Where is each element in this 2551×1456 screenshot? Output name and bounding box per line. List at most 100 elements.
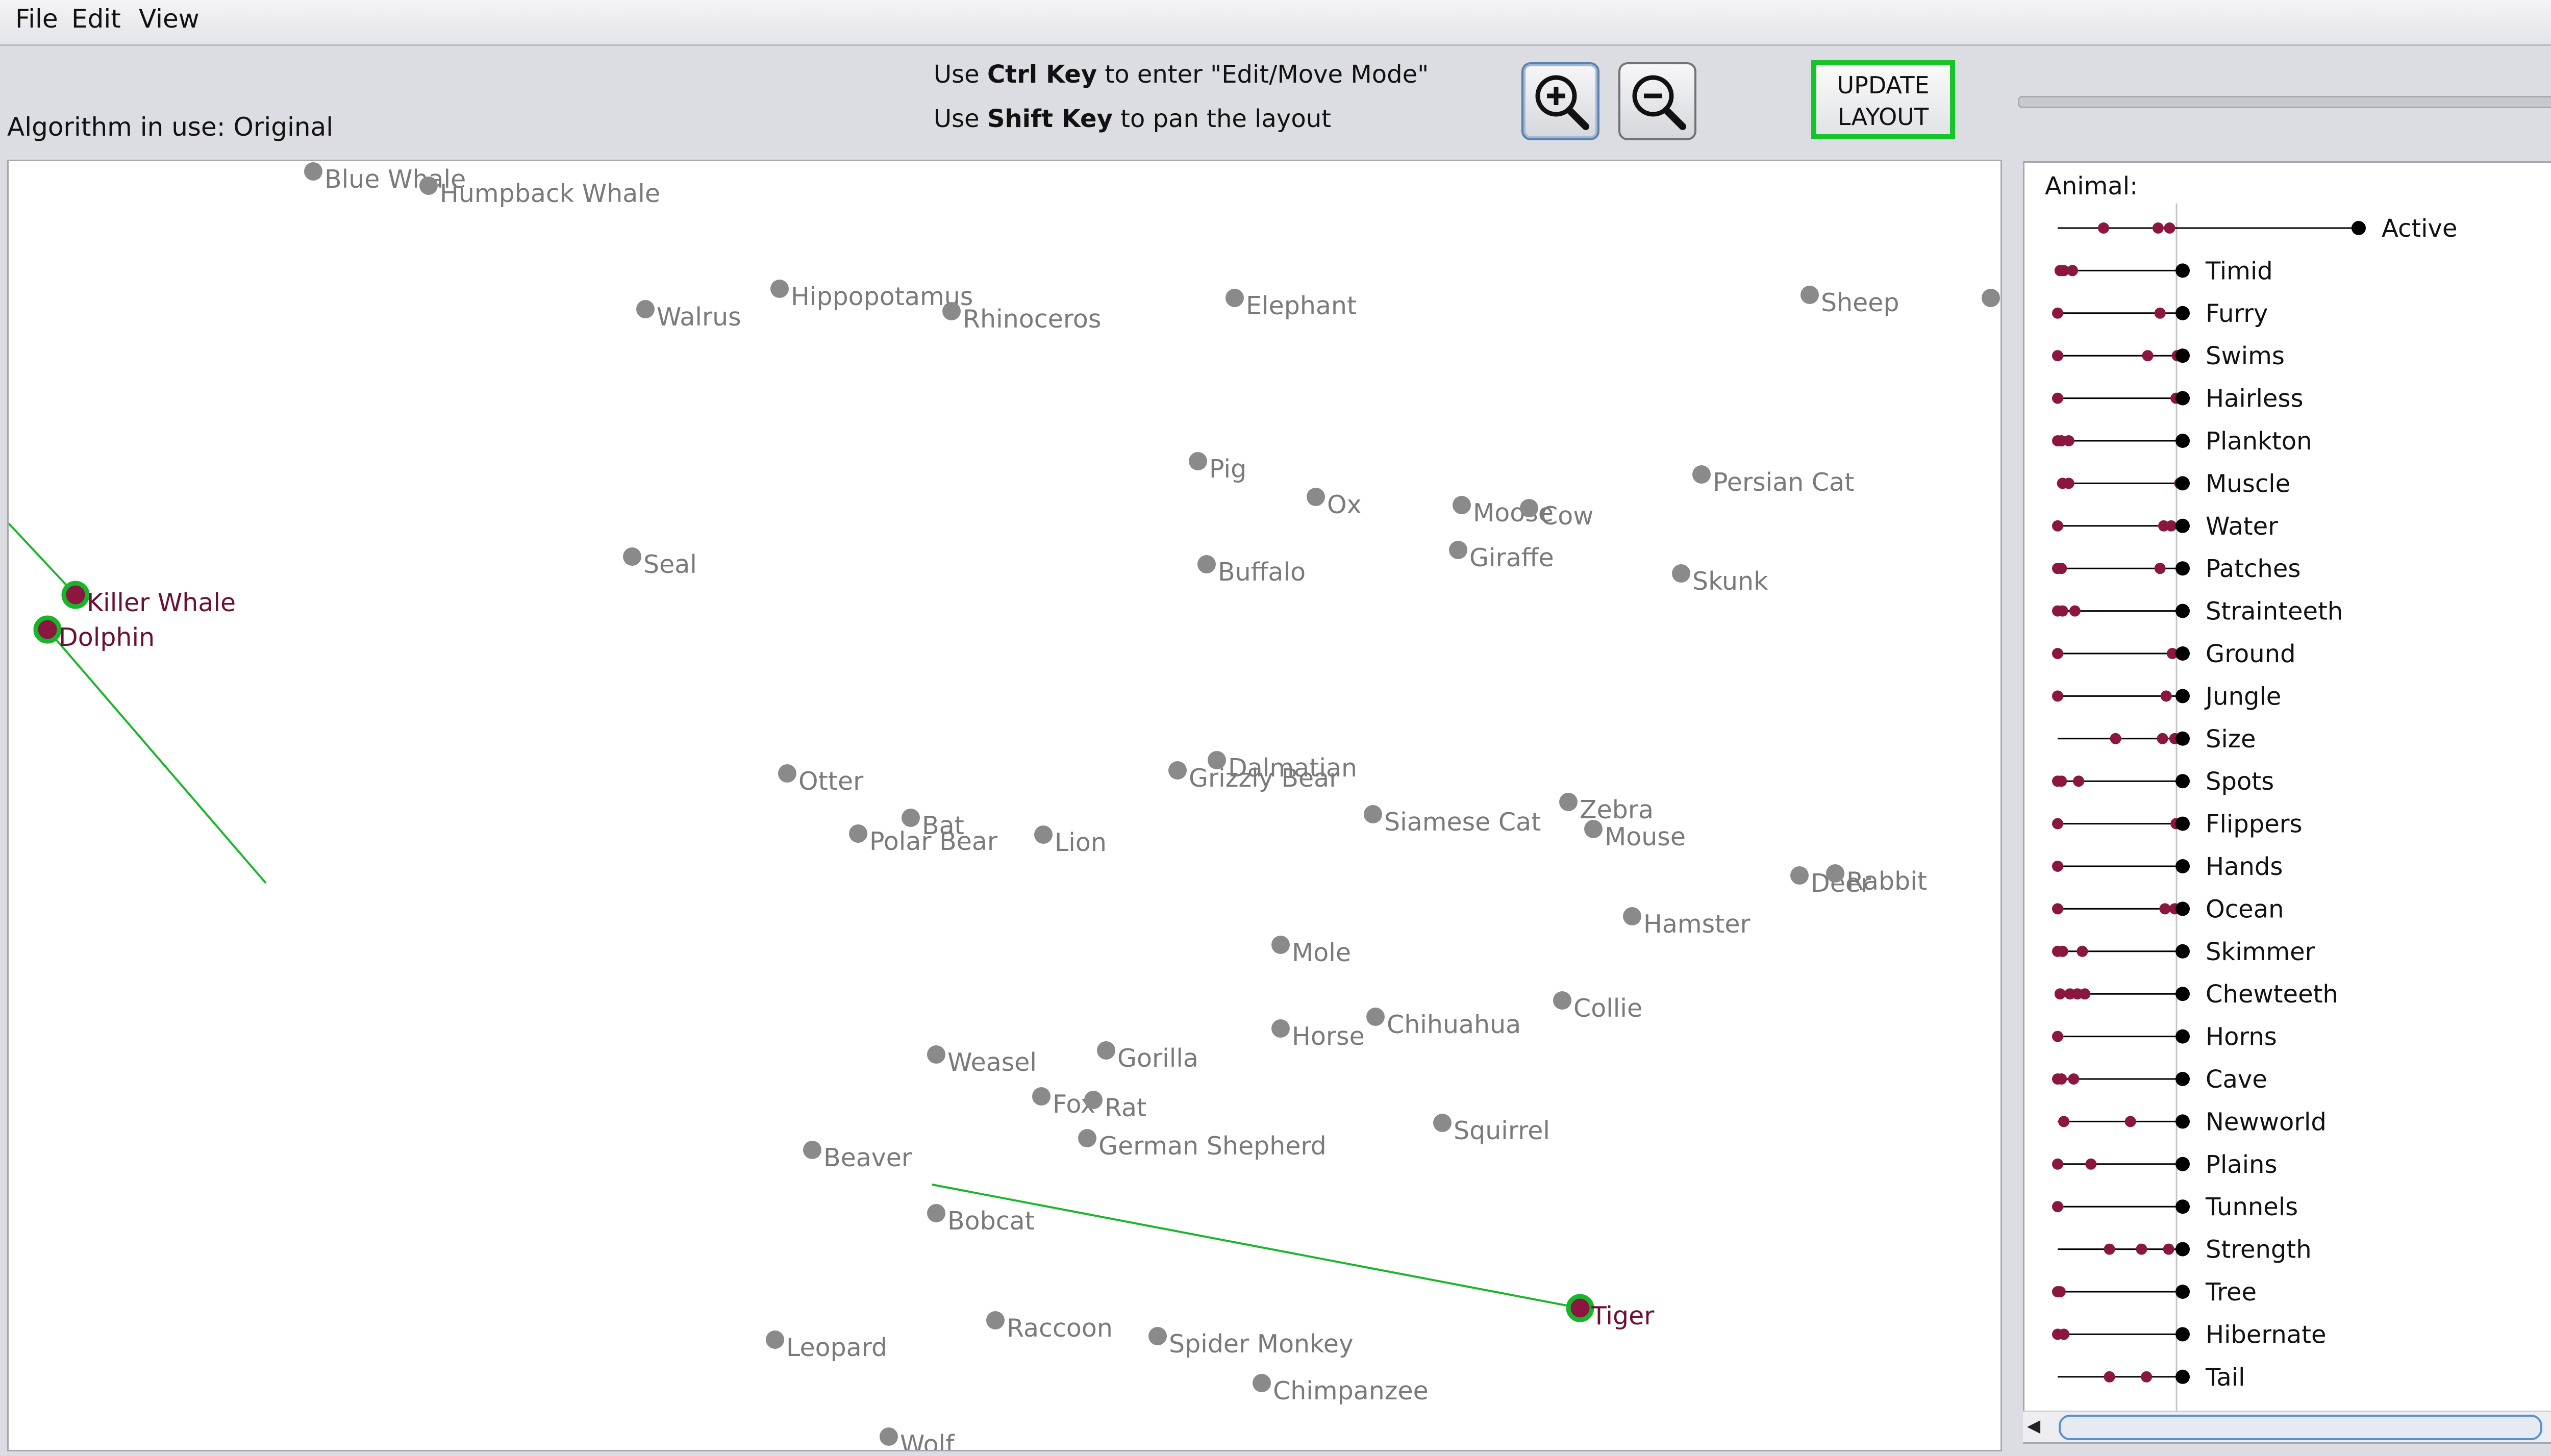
feature-row-swims[interactable]: Swims — [2052, 342, 2285, 370]
animal-node-chimpanzee[interactable]: Chimpanzee — [1253, 1374, 1429, 1405]
animal-node-weasel[interactable]: Weasel — [927, 1045, 1037, 1077]
node-marker[interactable] — [927, 1045, 945, 1064]
animal-node-squirrel[interactable]: Squirrel — [1433, 1114, 1550, 1145]
animal-node-otter[interactable]: Otter — [778, 764, 864, 796]
animal-node-leopard[interactable]: Leopard — [766, 1331, 887, 1362]
scroll-left-icon[interactable]: ◀ — [2027, 1416, 2040, 1436]
feature-row-chewteeth[interactable]: Chewteeth — [2054, 980, 2338, 1009]
animal-node-skunk[interactable]: Skunk — [1672, 564, 1768, 596]
node-marker[interactable] — [1566, 1294, 1594, 1322]
feature-row-muscle[interactable]: Muscle — [2057, 469, 2290, 498]
node-marker[interactable] — [1790, 866, 1809, 885]
animal-node-bobcat[interactable]: Bobcat — [927, 1204, 1035, 1236]
node-marker[interactable] — [1366, 1008, 1385, 1026]
animal-node-zebra[interactable]: Zebra — [1559, 793, 1654, 824]
animal-node-ox[interactable]: Ox — [1307, 488, 1362, 519]
animal-node-giant[interactable]: Giant — [1982, 289, 2000, 320]
layout-slider-track[interactable] — [2018, 96, 2551, 108]
node-marker[interactable] — [1692, 465, 1711, 484]
feature-row-water[interactable]: Water — [2052, 512, 2278, 541]
node-marker[interactable] — [1148, 1327, 1167, 1345]
node-marker[interactable] — [1168, 761, 1187, 780]
animal-node-sheep[interactable]: Sheep — [1800, 286, 1899, 317]
feature-row-hibernate[interactable]: Hibernate — [2052, 1320, 2327, 1349]
animal-node-mouse[interactable]: Mouse — [1584, 820, 1686, 851]
menu-view[interactable]: View — [139, 4, 199, 34]
node-marker[interactable] — [880, 1427, 898, 1446]
animal-node-killer-whale[interactable]: Killer Whale — [61, 581, 236, 617]
node-marker[interactable] — [1271, 936, 1290, 954]
node-marker[interactable] — [304, 162, 322, 181]
menu-edit[interactable]: Edit — [71, 4, 121, 34]
feature-row-jungle[interactable]: Jungle — [2052, 682, 2281, 711]
zoom-out-button[interactable] — [1618, 62, 1696, 140]
node-marker[interactable] — [849, 824, 867, 843]
feature-row-skimmer[interactable]: Skimmer — [2052, 938, 2315, 966]
animal-graph[interactable]: Blue WhaleHumpback WhaleWalrusHippopotam… — [9, 161, 2000, 1450]
horizontal-scroll-thumb[interactable] — [2059, 1415, 2542, 1440]
node-marker[interactable] — [61, 581, 90, 609]
node-marker[interactable] — [1271, 1019, 1290, 1038]
animal-node-grizzly-bear[interactable]: Grizzly Bear — [1168, 761, 1340, 793]
animal-node-siamese-cat[interactable]: Siamese Cat — [1364, 805, 1541, 837]
node-marker[interactable] — [1982, 289, 2000, 307]
node-marker[interactable] — [33, 615, 62, 644]
feature-row-timid[interactable]: Timid — [2054, 257, 2273, 285]
animal-node-spider-monkey[interactable]: Spider Monkey — [1148, 1327, 1354, 1359]
feature-row-tunnels[interactable]: Tunnels — [2052, 1193, 2298, 1221]
node-marker[interactable] — [1672, 564, 1690, 583]
animal-node-raccoon[interactable]: Raccoon — [986, 1311, 1113, 1343]
feature-row-hands[interactable]: Hands — [2052, 852, 2283, 881]
update-layout-button[interactable]: UPDATE LAYOUT — [1811, 60, 1955, 139]
node-marker[interactable] — [1453, 496, 1471, 514]
feature-row-tail[interactable]: Tail — [2058, 1363, 2245, 1392]
animal-node-buffalo[interactable]: Buffalo — [1197, 555, 1306, 587]
node-marker[interactable] — [1826, 864, 1844, 883]
animal-node-horse[interactable]: Horse — [1271, 1019, 1365, 1051]
menu-file[interactable]: File — [15, 4, 58, 34]
node-marker[interactable] — [1553, 991, 1571, 1010]
animal-node-gorilla[interactable]: Gorilla — [1097, 1041, 1198, 1073]
animal-node-seal[interactable]: Seal — [623, 547, 697, 579]
feature-row-newworld[interactable]: Newworld — [2058, 1108, 2327, 1136]
node-marker[interactable] — [1800, 286, 1819, 304]
node-marker[interactable] — [1197, 555, 1216, 573]
node-marker[interactable] — [942, 302, 961, 320]
node-marker[interactable] — [1433, 1114, 1452, 1132]
node-marker[interactable] — [1449, 541, 1467, 559]
node-marker[interactable] — [419, 177, 438, 195]
animal-node-moose[interactable]: Moose — [1453, 496, 1554, 528]
animal-node-pig[interactable]: Pig — [1189, 452, 1246, 484]
animal-node-beaver[interactable]: Beaver — [803, 1141, 912, 1172]
feature-row-hairless[interactable]: Hairless — [2052, 385, 2303, 413]
node-marker[interactable] — [636, 300, 655, 318]
feature-row-ground[interactable]: Ground — [2052, 640, 2296, 668]
feature-row-size[interactable]: Size — [2058, 725, 2256, 754]
zoom-in-button[interactable] — [1521, 62, 1599, 140]
node-marker[interactable] — [1034, 825, 1053, 844]
feature-row-cave[interactable]: Cave — [2052, 1065, 2267, 1094]
node-marker[interactable] — [1559, 793, 1578, 811]
animal-node-hamster[interactable]: Hamster — [1623, 907, 1750, 939]
node-marker[interactable] — [1226, 289, 1244, 307]
node-marker[interactable] — [623, 547, 641, 566]
animal-node-mole[interactable]: Mole — [1271, 936, 1351, 967]
node-marker[interactable] — [1307, 488, 1325, 506]
animal-node-hippopotamus[interactable]: Hippopotamus — [770, 280, 973, 311]
feature-row-tree[interactable]: Tree — [2052, 1278, 2257, 1307]
feature-row-plankton[interactable]: Plankton — [2052, 427, 2312, 456]
node-marker[interactable] — [778, 764, 796, 783]
node-marker[interactable] — [1253, 1374, 1271, 1392]
feature-panel-horizontal-scrollbar[interactable]: ◀ ▶ — [2023, 1411, 2551, 1442]
animal-node-lion[interactable]: Lion — [1034, 825, 1107, 857]
node-marker[interactable] — [1584, 820, 1603, 838]
node-marker[interactable] — [1078, 1129, 1096, 1147]
animal-node-polar-bear[interactable]: Polar Bear — [849, 824, 998, 856]
node-marker[interactable] — [927, 1204, 945, 1222]
layout-canvas[interactable]: Blue Whale Humpback Whale Walrus Hippopotam… — [7, 160, 2002, 1451]
node-marker[interactable] — [1084, 1091, 1103, 1109]
animal-node-walrus[interactable]: Walrus — [636, 300, 741, 332]
feature-row-furry[interactable]: Furry — [2052, 299, 2268, 328]
node-marker[interactable] — [766, 1331, 784, 1349]
node-marker[interactable] — [803, 1141, 821, 1159]
